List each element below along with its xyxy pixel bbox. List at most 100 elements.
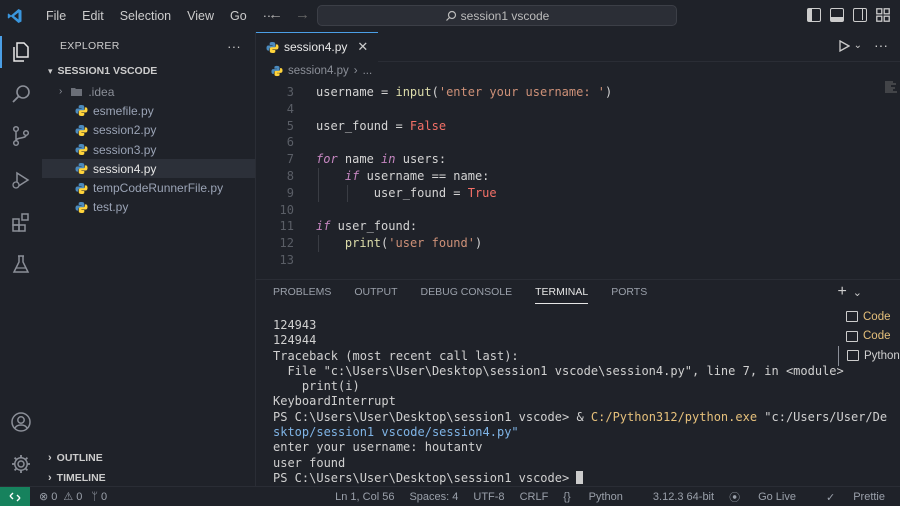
search-icon[interactable] [0,74,42,114]
menu-selection[interactable]: Selection [112,0,179,32]
double-check-icon: ✓ [825,491,836,504]
timeline-section[interactable]: › TIMELINE [42,468,256,488]
broadcast-icon: ⦿ [729,492,741,504]
workspace-folder[interactable]: ▾ SESSION1 VSCODE [42,60,255,82]
tab-session4[interactable]: session4.py ✕ [256,31,379,62]
run-debug-icon[interactable] [0,160,42,200]
code-line: 11 if user_found: [279,219,418,234]
problems-status[interactable]: ⊗ 0 ⚠ 0 [39,490,82,504]
terminal-prompt-line: PS C:\Users\User\Desktop\session1 vscode… [273,470,833,486]
encoding[interactable]: UTF-8 [473,491,504,503]
testing-flask-icon[interactable] [0,244,42,284]
customize-layout-icon[interactable] [876,8,890,22]
code-line: 9 user_found = True [286,184,497,202]
code-editor[interactable]: 3 username = input('enter your username: … [256,84,900,269]
layout-controls [807,8,890,22]
extensions-icon[interactable] [0,202,42,242]
python-file-icon [271,65,283,77]
terminal-output[interactable]: 124943 124944 Traceback (most recent cal… [273,318,887,486]
terminal-icon [846,311,858,323]
tab-output[interactable]: OUTPUT [354,280,397,304]
explorer-icon[interactable] [0,32,42,72]
tree-item-label: test.py [93,200,129,215]
tree-item-label: session3.py [93,142,157,157]
new-terminal-plus-icon[interactable]: + [837,283,846,303]
toggle-secondary-sidebar-icon[interactable] [853,8,867,22]
account-icon[interactable] [0,402,42,442]
prettier-status[interactable]: ✓ Prettie [826,491,900,504]
tree-file-session4[interactable]: session4.py [42,159,255,179]
run-play-icon[interactable] [838,39,850,55]
tab-problems[interactable]: PROBLEMS [273,280,331,304]
menu-file[interactable]: File [38,0,74,32]
menu-go[interactable]: Go [222,0,255,32]
warning-icon: ⚠ [63,491,74,503]
tree-file-session3[interactable]: session3.py [42,140,255,159]
prompt: PS C:\Users\User\Desktop\session1 vscode… [273,470,577,485]
terminal-line: Traceback (most recent call last): [273,348,519,363]
tree-file-esmefile[interactable]: esmefile.py [42,101,255,120]
python-file-icon [75,162,88,175]
go-live-button[interactable]: ⦿ Go Live [729,489,811,505]
chevron-down-icon[interactable]: ⌄ [853,283,862,303]
end-of-line[interactable]: CRLF [520,491,549,503]
terminal-icon [847,350,859,362]
status-right: Ln 1, Col 56 Spaces: 4 UTF-8 CRLF {} Pyth… [335,487,900,506]
cursor-position[interactable]: Ln 1, Col 56 [335,491,394,503]
terminal-instance[interactable]: Code [838,307,900,327]
python-file-icon [266,41,279,54]
ports-status[interactable]: ᛘ0 [91,491,107,503]
menu-edit[interactable]: Edit [74,0,112,32]
more-actions-icon[interactable]: ··· [874,38,888,55]
tree-file-test[interactable]: test.py [42,198,255,217]
remote-icon[interactable] [0,486,30,506]
terminal-instance[interactable]: Code [838,327,900,347]
tree-folder-idea[interactable]: › .idea [42,82,255,101]
breadcrumb: session4.py › ... [256,62,900,80]
command-center-label: session1 vscode [460,8,550,23]
settings-gear-icon[interactable] [0,444,42,484]
tab-ports[interactable]: PORTS [611,280,647,304]
tree-item-label: tempCodeRunnerFile.py [93,181,224,196]
python-file-icon [75,182,88,195]
code-line: 4 [286,101,294,116]
panel-actions: + ⌄ [837,283,862,303]
chevron-down-icon: ▾ [48,65,53,76]
explorer-title: EXPLORER [60,40,120,52]
breadcrumb-separator: › [353,65,358,77]
breadcrumb-more[interactable]: ... [363,65,373,77]
interpreter-version[interactable]: 3.12.3 64-bit [653,491,714,503]
terminal-line: 124944 [273,333,317,348]
bottom-panel: PROBLEMS OUTPUT DEBUG CONSOLE TERMINAL P… [256,279,900,486]
outline-section[interactable]: › OUTLINE [42,448,256,468]
code-line: 13 [279,252,294,267]
tab-debug-console[interactable]: DEBUG CONSOLE [421,280,513,304]
language-mode[interactable]: {} Python [563,491,638,503]
explorer-more-actions[interactable]: ··· [227,39,241,54]
toggle-panel-icon[interactable] [830,8,844,22]
terminal-command-line: PS C:\Users\User\Desktop\session1 vscode… [273,409,887,425]
chevron-right-icon: › [59,86,63,98]
forward-arrow-icon[interactable]: → [295,6,310,23]
tree-file-tempcoderunner[interactable]: tempCodeRunnerFile.py [42,178,255,197]
command-ampersand: & [576,409,591,424]
tree-item-label: esmefile.py [93,103,154,118]
close-icon[interactable]: ✕ [357,39,368,55]
chevron-down-icon[interactable]: ⌄ [854,40,862,55]
python-file-icon [75,201,88,214]
breadcrumb-file[interactable]: session4.py [288,65,349,77]
toggle-sidebar-icon[interactable] [807,8,821,22]
tab-terminal[interactable]: TERMINAL [535,280,589,304]
command-center[interactable]: session1 vscode [317,5,677,26]
source-control-icon[interactable] [0,116,42,156]
tree-file-session2[interactable]: session2.py [42,121,255,140]
terminal-line: enter your username: houtantv [273,440,483,455]
code-line: 7 for name in users: [286,152,447,167]
vscode-logo-icon [0,0,30,32]
python-file-icon [75,124,88,137]
indentation[interactable]: Spaces: 4 [409,491,458,503]
timeline-label: TIMELINE [56,472,106,484]
terminal-instance-active[interactable]: Python [838,346,900,366]
menu-view[interactable]: View [179,0,222,32]
back-arrow-icon[interactable]: ← [268,6,283,23]
